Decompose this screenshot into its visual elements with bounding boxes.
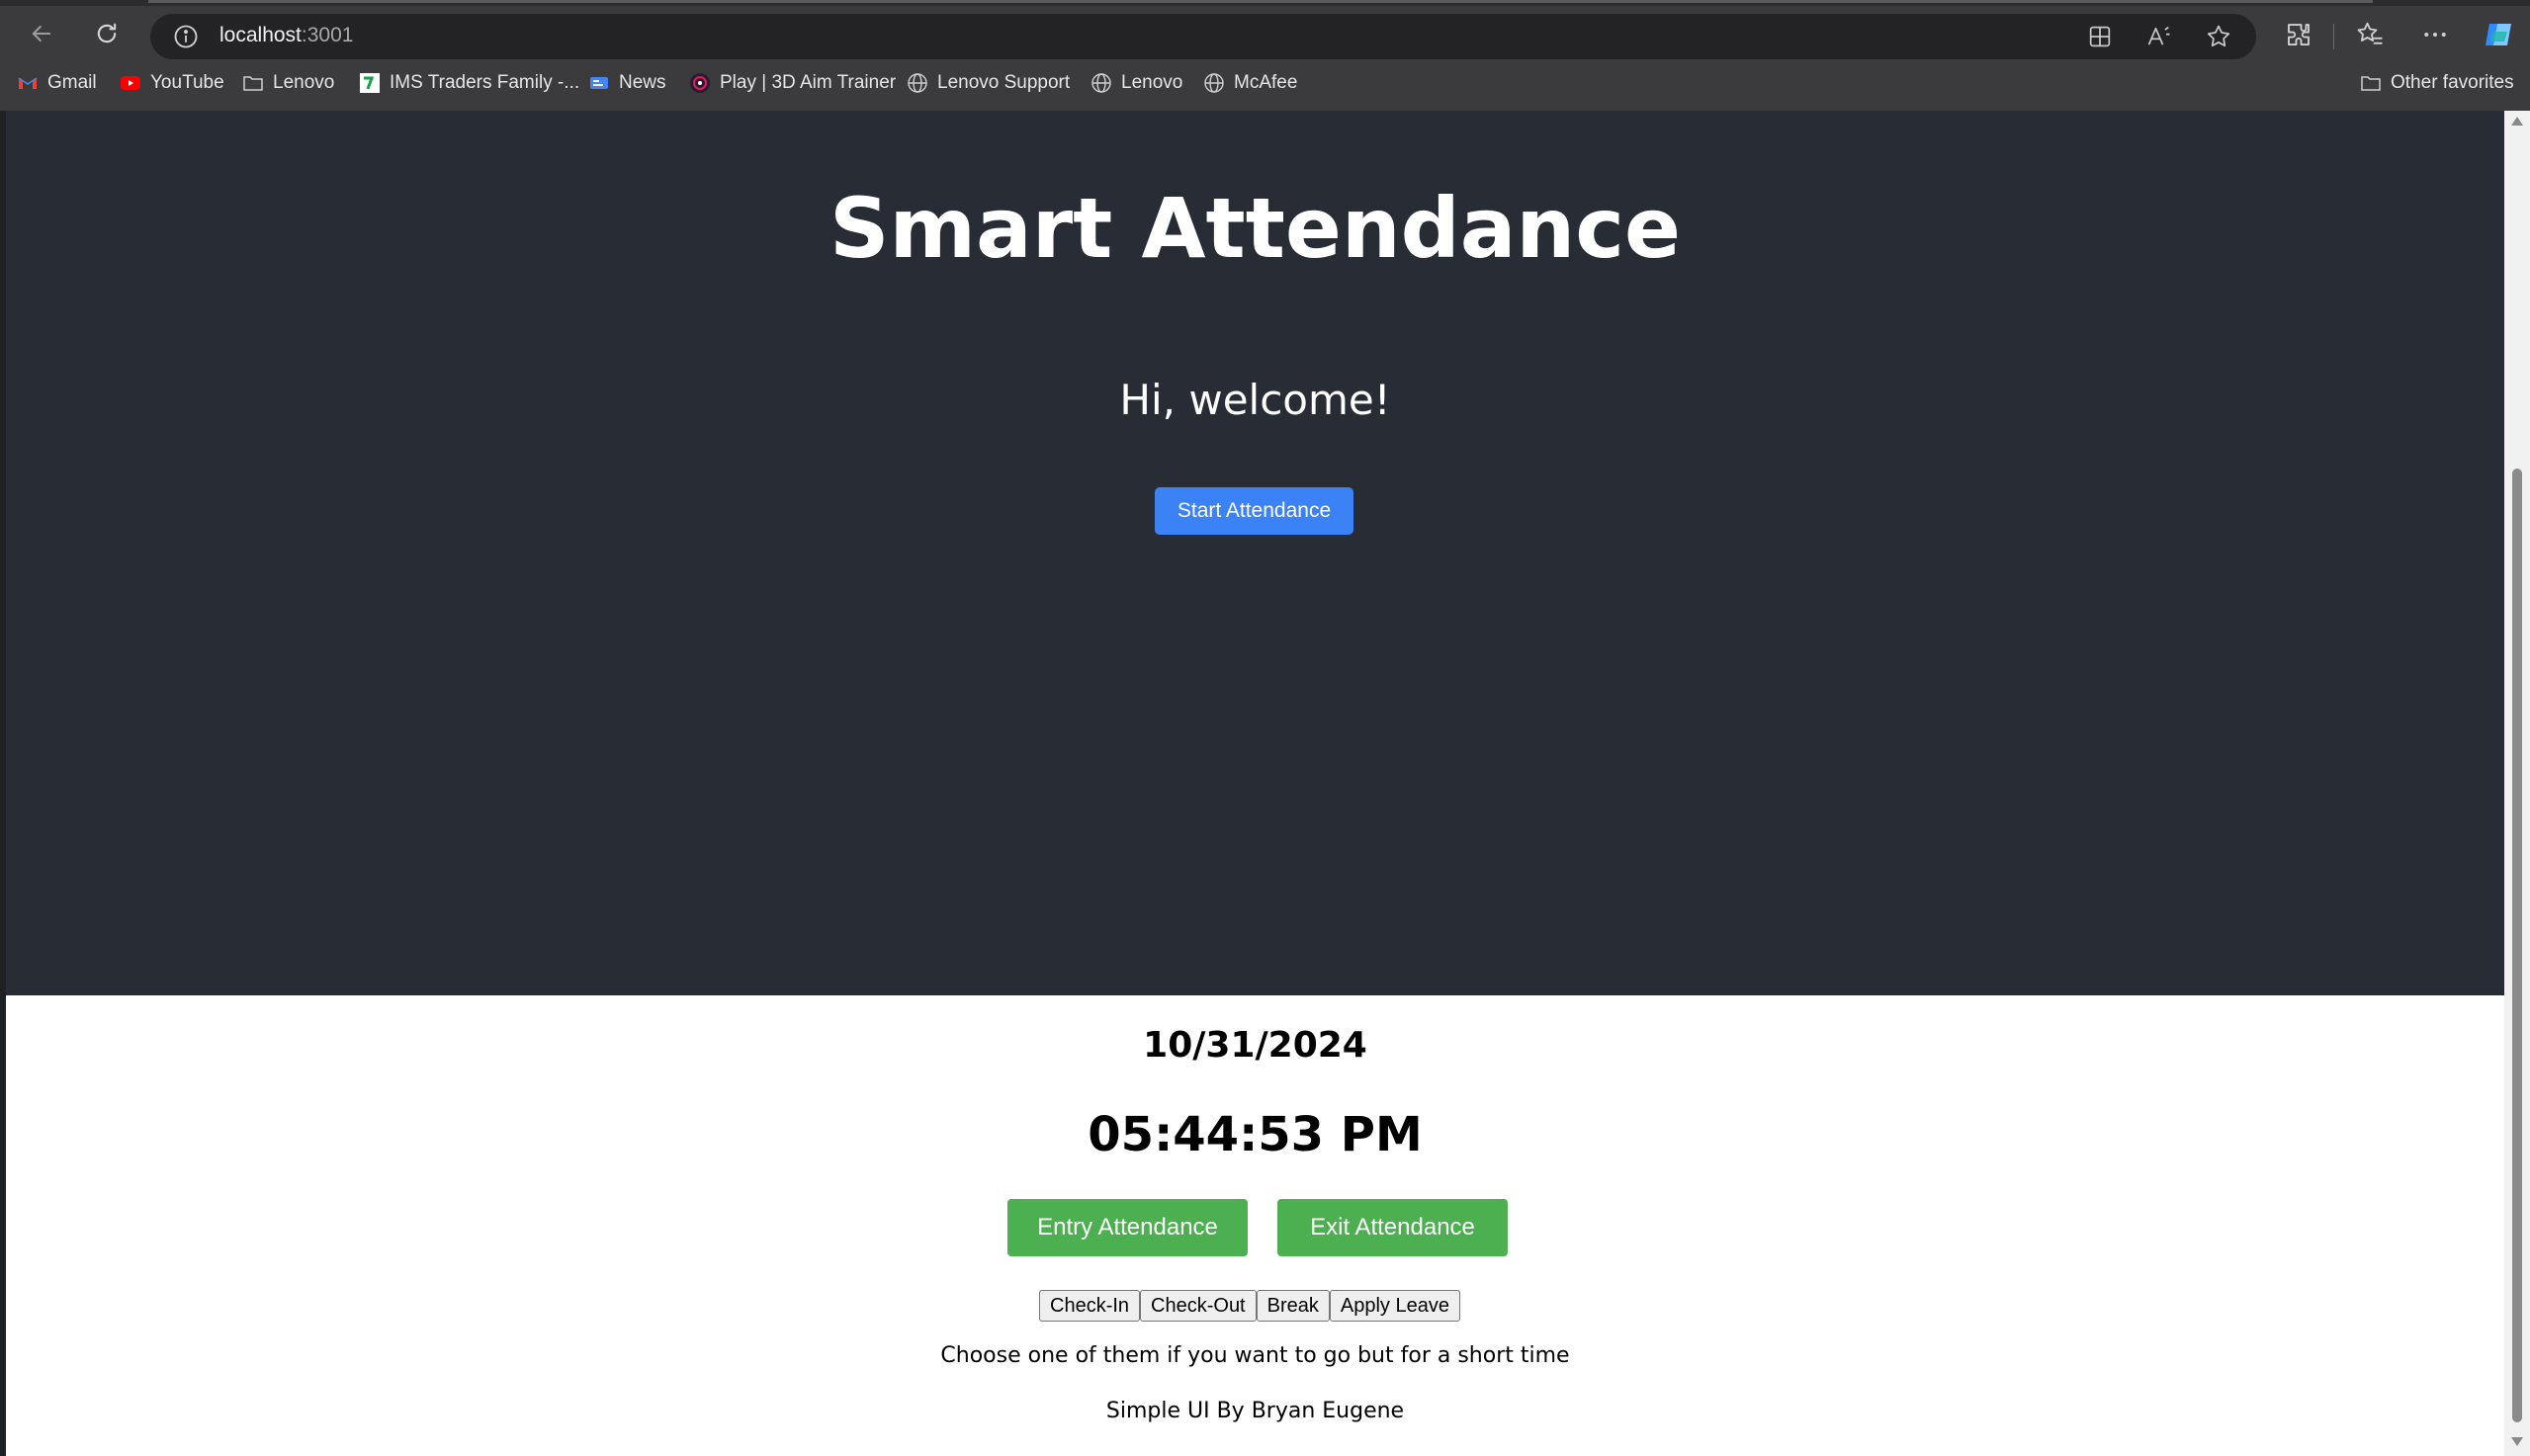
current-time: 05:44:53 PM: [1088, 1107, 1423, 1162]
bookmark-label: Lenovo: [1121, 72, 1183, 93]
reload-button[interactable]: [87, 14, 127, 53]
bookmark-ims-traders[interactable]: IMS Traders Family -...: [358, 69, 579, 97]
bookmark-label: YouTube: [150, 72, 224, 93]
other-favorites[interactable]: Other favorites: [2359, 69, 2514, 97]
more-options-icon[interactable]: [2420, 20, 2450, 49]
copilot-icon[interactable]: [2482, 18, 2517, 51]
youtube-icon: [119, 71, 142, 95]
bookmark-news[interactable]: News: [587, 69, 666, 97]
reload-icon: [97, 23, 117, 43]
bookmark-label: Gmail: [47, 72, 97, 93]
bookmark-gmail[interactable]: Gmail: [16, 69, 97, 97]
url-host: localhost: [219, 24, 302, 46]
bookmark-label: Lenovo Support: [937, 72, 1071, 93]
globe-icon: [1202, 71, 1226, 95]
hero-section: Smart Attendance Hi, welcome! Start Atte…: [6, 111, 2504, 995]
entry-attendance-button[interactable]: Entry Attendance: [1007, 1199, 1248, 1256]
page-viewport: Smart Attendance Hi, welcome! Start Atte…: [6, 111, 2504, 1456]
toolbar-separator: [2333, 24, 2334, 49]
tab-strip-accent: [148, 0, 2373, 3]
bookmark-label: IMS Traders Family -...: [390, 72, 580, 93]
hint-text: Choose one of them if you want to go but…: [940, 1343, 1570, 1368]
apply-leave-button[interactable]: Apply Leave: [1329, 1290, 1460, 1322]
welcome-message: Hi, welcome!: [1119, 376, 1391, 424]
globe-icon: [906, 71, 929, 95]
bookmark-folder-lenovo[interactable]: Lenovo: [241, 69, 334, 97]
scroll-up-arrow-icon[interactable]: [2511, 117, 2523, 126]
browser-toolbar: localhost:3001: [0, 6, 2530, 59]
bookmark-lenovo[interactable]: Lenovo: [1090, 69, 1182, 97]
folder-icon: [2359, 71, 2383, 95]
current-date: 10/31/2024: [1143, 1025, 1367, 1066]
url-port: :3001: [301, 24, 354, 46]
back-button[interactable]: [22, 14, 61, 53]
ims-icon: [358, 71, 382, 95]
check-in-button[interactable]: Check-In: [1039, 1290, 1141, 1322]
bookmark-mcafee[interactable]: McAfee: [1202, 69, 1297, 97]
read-aloud-icon[interactable]: [2145, 23, 2173, 50]
aim-trainer-icon: [688, 71, 712, 95]
credit-text: Simple UI By Bryan Eugene: [1105, 1399, 1405, 1423]
start-attendance-button[interactable]: Start Attendance: [1155, 487, 1353, 535]
info-icon[interactable]: [172, 23, 200, 50]
bookmark-lenovo-support[interactable]: Lenovo Support: [906, 69, 1070, 97]
globe-icon: [1090, 71, 1113, 95]
bookmark-label: McAfee: [1234, 72, 1298, 93]
page-title: Smart Attendance: [829, 180, 1681, 277]
star-icon[interactable]: [2205, 23, 2232, 50]
break-button[interactable]: Break: [1256, 1290, 1330, 1322]
extensions-icon[interactable]: [2284, 20, 2313, 49]
scrollbar-thumb[interactable]: [2512, 469, 2522, 1422]
bookmark-youtube[interactable]: YouTube: [119, 69, 224, 97]
address-bar[interactable]: localhost:3001: [150, 14, 2256, 59]
scroll-down-arrow-icon[interactable]: [2511, 1437, 2523, 1446]
app-available-icon[interactable]: [2086, 23, 2114, 50]
exit-attendance-button[interactable]: Exit Attendance: [1277, 1199, 1508, 1256]
bookmark-label: News: [619, 72, 666, 93]
news-icon: [587, 71, 611, 95]
browser-chrome: localhost:3001 Gmail YouTube Lenovo IMS …: [0, 0, 2530, 111]
page-scrollbar[interactable]: [2504, 111, 2530, 1456]
gmail-icon: [16, 71, 40, 95]
bookmark-label: Play | 3D Aim Trainer: [720, 72, 897, 93]
favorites-list-icon[interactable]: [2355, 20, 2385, 49]
short-break-actions: Check-In Check-Out Break Apply Leave: [1039, 1290, 1460, 1322]
bookmark-label: Lenovo: [273, 72, 335, 93]
folder-icon: [241, 71, 265, 95]
other-favorites-label: Other favorites: [2391, 72, 2514, 93]
bookmark-aim-trainer[interactable]: Play | 3D Aim Trainer: [688, 69, 896, 97]
check-out-button[interactable]: Check-Out: [1140, 1290, 1257, 1322]
arrow-left-icon: [32, 25, 51, 43]
url-text[interactable]: localhost:3001: [219, 24, 353, 47]
bookmarks-bar: Gmail YouTube Lenovo IMS Traders Family …: [0, 61, 2530, 105]
